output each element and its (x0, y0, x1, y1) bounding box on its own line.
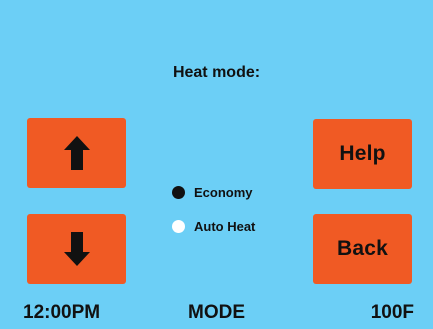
down-button[interactable] (27, 214, 126, 284)
arrow-down-icon (63, 232, 90, 266)
temperature-readout: 100F (370, 302, 414, 323)
option-auto-heat[interactable]: Auto Heat (172, 219, 255, 234)
help-button-label: Help (339, 142, 386, 165)
back-button[interactable]: Back (313, 214, 412, 284)
up-button[interactable] (27, 118, 126, 188)
radio-selected-icon[interactable] (172, 186, 185, 199)
arrow-up-icon (63, 136, 90, 170)
option-economy[interactable]: Economy (172, 185, 253, 200)
back-button-label: Back (336, 237, 388, 260)
screen-title: Heat mode: (172, 64, 261, 81)
option-auto-heat-label: Auto Heat (194, 219, 256, 234)
radio-unselected-icon[interactable] (172, 220, 185, 233)
mode-label[interactable]: MODE (0, 302, 433, 324)
option-economy-label: Economy (194, 185, 253, 200)
thermostat-screen: Heat mode: Help Back Economy Auto Heat 1… (0, 0, 433, 329)
help-button[interactable]: Help (313, 119, 412, 189)
